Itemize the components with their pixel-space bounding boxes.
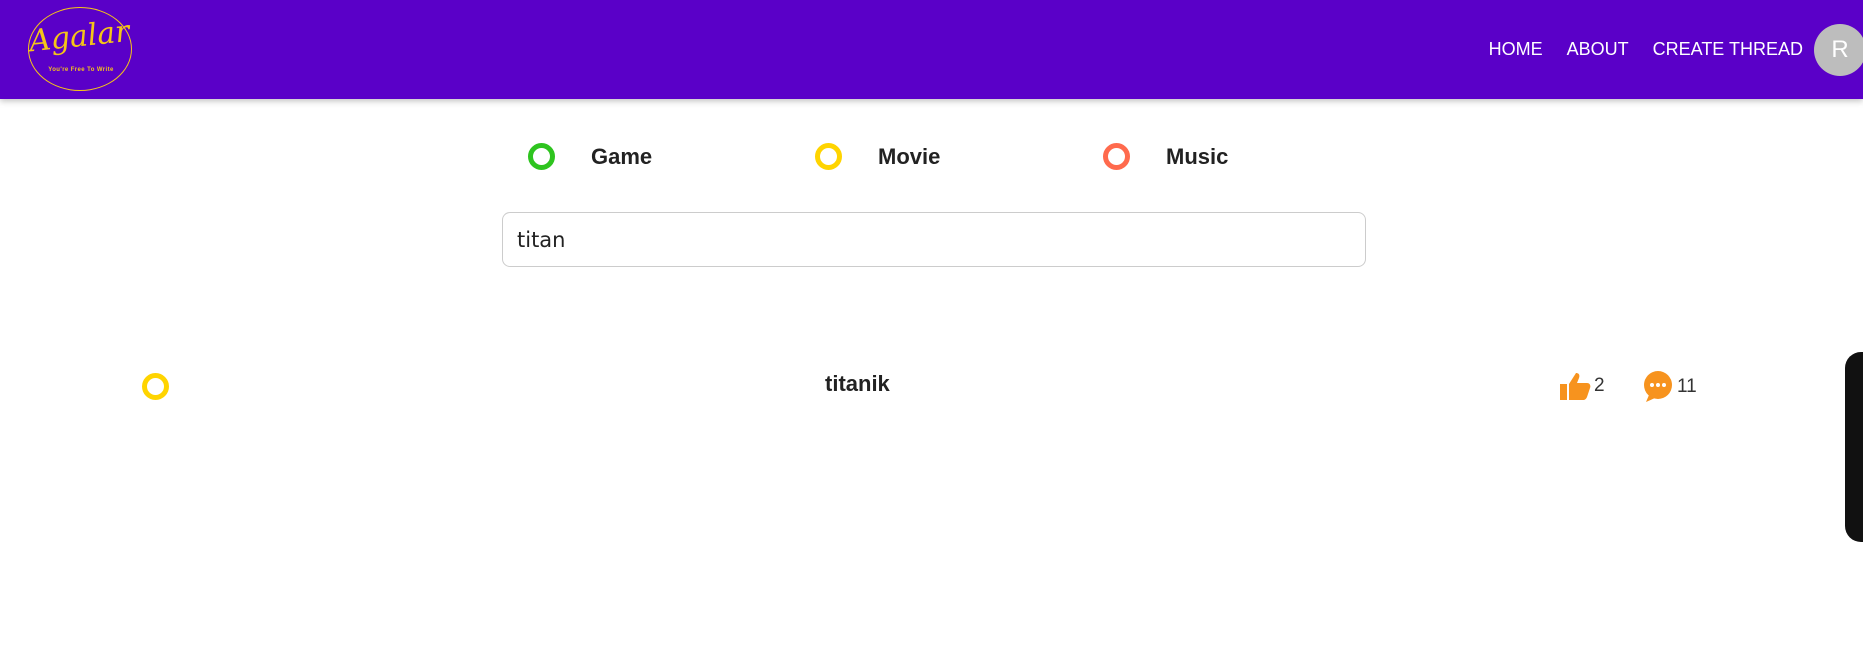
search-input[interactable] (502, 212, 1366, 267)
thread-row[interactable]: titanik 2 11 (140, 368, 1700, 404)
navbar: Agalar You're Free To Write HOME ABOUT C… (0, 0, 1863, 99)
red-ring-icon (1103, 143, 1130, 170)
thumbs-up-icon (1560, 373, 1591, 400)
category-label: Game (591, 143, 653, 169)
nav-home-link[interactable]: HOME (1489, 39, 1543, 60)
category-label: Music (1166, 143, 1229, 169)
user-avatar[interactable]: R (1814, 24, 1863, 76)
nav-create-thread-link[interactable]: CREATE THREAD (1653, 39, 1803, 60)
logo-name: Agalar (27, 13, 132, 60)
agalar-logo[interactable]: Agalar You're Free To Write (27, 7, 132, 91)
nav-about-link[interactable]: ABOUT (1567, 39, 1629, 60)
yellow-ring-icon (815, 143, 842, 170)
grip-icon: ⋮ (1859, 492, 1863, 503)
thread-category-ring-icon (142, 373, 169, 400)
comment-count: 11 (1677, 376, 1697, 397)
side-drawer-handle[interactable]: ⋮ (1845, 352, 1863, 542)
like-stat[interactable]: 2 (1558, 370, 1605, 402)
like-count: 2 (1594, 375, 1605, 396)
nav-links: HOME ABOUT CREATE THREAD (1465, 0, 1803, 99)
category-filter-game[interactable]: Game (528, 143, 652, 170)
category-filter-music[interactable]: Music (1103, 143, 1228, 170)
logo-tagline: You're Free To Write (48, 67, 114, 73)
green-ring-icon (528, 143, 555, 170)
thread-title[interactable]: titanik (825, 371, 890, 397)
category-filter-movie[interactable]: Movie (815, 143, 940, 170)
category-label: Movie (878, 143, 941, 169)
comment-stat[interactable]: 11 (1641, 370, 1697, 404)
chat-bubble-icon (1644, 371, 1672, 402)
